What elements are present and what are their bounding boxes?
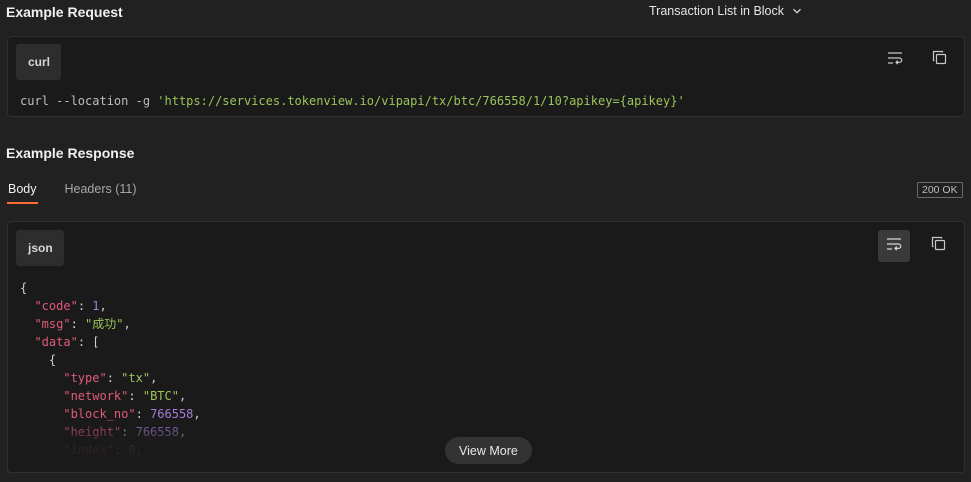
language-chip-curl: curl [16, 44, 61, 80]
code-token: : [77, 299, 93, 313]
copy-button[interactable] [923, 44, 955, 76]
wrap-lines-button[interactable] [879, 44, 911, 76]
request-code-panel: curl curl --location -g 'https://service… [7, 36, 965, 117]
api-example-page: Example Request Transaction List in Bloc… [0, 0, 971, 482]
code-token: "type" [63, 371, 107, 385]
code-line: { [20, 351, 201, 369]
code-token: : [70, 317, 86, 331]
curl-command: curl --location -g 'https://services.tok… [20, 94, 685, 108]
code-token: : [128, 389, 143, 403]
response-tabs: Body Headers (11) [7, 182, 137, 204]
copy-button[interactable] [922, 230, 954, 262]
code-token: { [48, 353, 57, 367]
code-line: "network": "BTC", [20, 387, 201, 405]
code-token: , [150, 371, 158, 385]
wrap-lines-icon [887, 51, 903, 70]
example-selector-label: Transaction List in Block [649, 4, 785, 18]
chevron-down-icon [792, 6, 802, 16]
code-token: "network" [63, 389, 129, 403]
curl-cmd: curl [20, 94, 49, 108]
example-response-title: Example Response [6, 145, 135, 161]
code-token: : [ [77, 335, 100, 349]
tab-headers[interactable]: Headers (11) [65, 182, 137, 204]
code-token: , [99, 299, 107, 313]
curl-url: 'https://services.tokenview.io/vipapi/tx… [157, 94, 685, 108]
tab-body[interactable]: Body [7, 182, 37, 204]
code-token: "BTC" [142, 389, 179, 403]
code-line: "type": "tx", [20, 369, 201, 387]
wrap-lines-icon [886, 237, 902, 256]
language-chip-json: json [16, 230, 64, 266]
copy-icon [932, 50, 947, 70]
view-more-button[interactable]: View More [445, 437, 532, 464]
curl-flags: --location -g [48, 94, 158, 108]
code-token: "data" [34, 335, 78, 349]
code-line: "data": [ [20, 333, 201, 351]
code-line: "msg": "成功", [20, 315, 201, 333]
copy-icon [931, 236, 946, 256]
code-line: { [20, 279, 201, 297]
code-token: , [123, 317, 131, 331]
code-token: , [178, 389, 187, 403]
example-request-title: Example Request [6, 4, 123, 20]
wrap-lines-button[interactable] [878, 230, 910, 262]
code-token: "tx" [121, 371, 151, 385]
code-line: "code": 1, [20, 297, 201, 315]
response-code-panel: json { "code": 1, "msg": "成功", "data": [… [7, 221, 965, 473]
status-badge: 200 OK [917, 182, 963, 198]
code-token: "code" [34, 299, 78, 313]
code-token: { [20, 281, 28, 295]
code-token: 1 [92, 299, 100, 313]
code-token: "msg" [34, 317, 71, 331]
example-selector-dropdown[interactable]: Transaction List in Block [649, 4, 802, 18]
code-token: "成功" [85, 317, 124, 331]
code-token: : [106, 371, 122, 385]
